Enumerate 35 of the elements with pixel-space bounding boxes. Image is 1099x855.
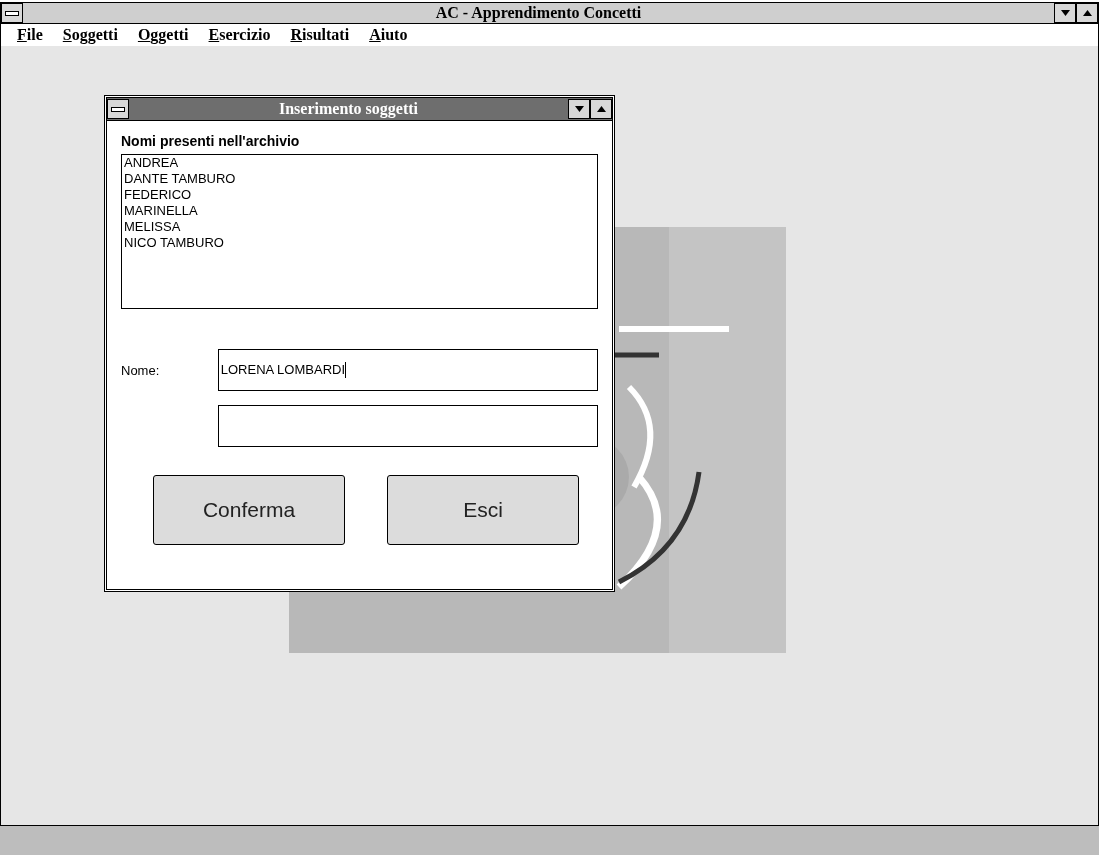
system-menu-button[interactable] bbox=[1, 3, 23, 23]
down-arrow-icon bbox=[574, 106, 584, 112]
input-field[interactable] bbox=[217, 405, 598, 447]
maximize-button[interactable] bbox=[590, 99, 612, 119]
down-arrow-icon bbox=[1060, 10, 1070, 16]
input-field[interactable]: LORENA LOMBARDI bbox=[217, 349, 598, 391]
field-label: Nome: bbox=[121, 363, 160, 378]
menu-item[interactable]: Esercizio bbox=[208, 23, 271, 47]
names-list[interactable]: ANDREA DANTE TAMBURO FEDERICO MARINELLA MELISSA NICO TAMBURO bbox=[121, 154, 598, 309]
system-menu-icon bbox=[111, 106, 125, 112]
window-title: AC - Apprendimento Concetti bbox=[434, 3, 643, 24]
list-item[interactable]: FEDERICO bbox=[124, 187, 595, 203]
maximize-button[interactable] bbox=[1076, 3, 1098, 23]
menu-item[interactable]: File bbox=[17, 23, 43, 47]
up-arrow-icon bbox=[596, 106, 606, 112]
menu-item[interactable]: Aiuto bbox=[369, 23, 408, 47]
minimize-button[interactable] bbox=[1054, 3, 1076, 23]
dialog-button[interactable]: Conferma bbox=[153, 475, 345, 545]
list-item[interactable]: ANDREA bbox=[124, 155, 595, 171]
list-item[interactable]: MELISSA bbox=[124, 219, 595, 235]
list-item[interactable]: MARINELLA bbox=[124, 203, 595, 219]
dialog-title: Inserimento soggetti bbox=[277, 99, 420, 120]
minimize-button[interactable] bbox=[568, 99, 590, 119]
system-menu-icon bbox=[5, 10, 19, 16]
field-value: LORENA LOMBARDI bbox=[220, 361, 346, 380]
list-item[interactable]: DANTE TAMBURO bbox=[124, 171, 595, 187]
menu-item[interactable]: Risultati bbox=[290, 23, 350, 47]
list-label: Nomi presenti nell'archivio bbox=[121, 132, 301, 151]
system-menu-button[interactable] bbox=[107, 99, 129, 119]
dialog-button[interactable]: Esci bbox=[387, 475, 579, 545]
menu-item[interactable]: Soggetti bbox=[62, 23, 118, 47]
list-item[interactable]: NICO TAMBURO bbox=[124, 235, 595, 251]
text-cursor bbox=[345, 362, 347, 378]
up-arrow-icon bbox=[1082, 10, 1092, 16]
menu-item[interactable]: Oggetti bbox=[137, 23, 189, 47]
